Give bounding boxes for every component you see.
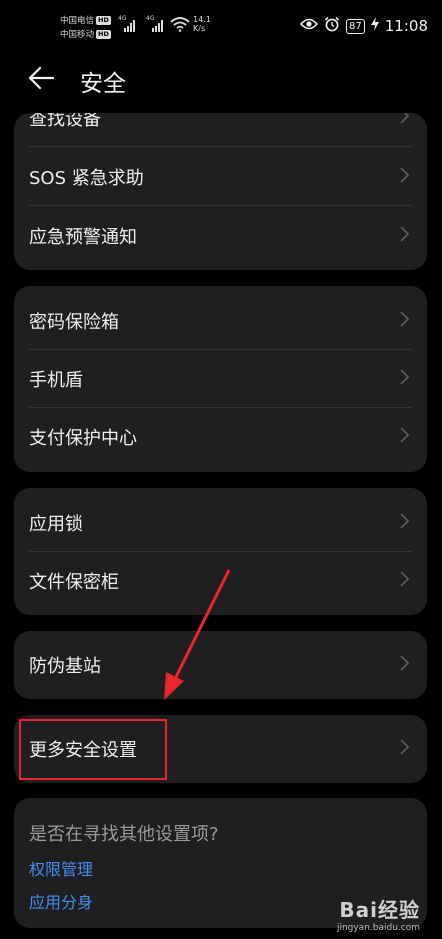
annotation-arrow — [164, 569, 231, 700]
baidu-watermark: Bai经验 jingyan.baidu.com — [337, 894, 420, 933]
baidu-logo: Bai经验 — [339, 898, 420, 922]
watermark-url: jingyan.baidu.com — [336, 923, 420, 933]
